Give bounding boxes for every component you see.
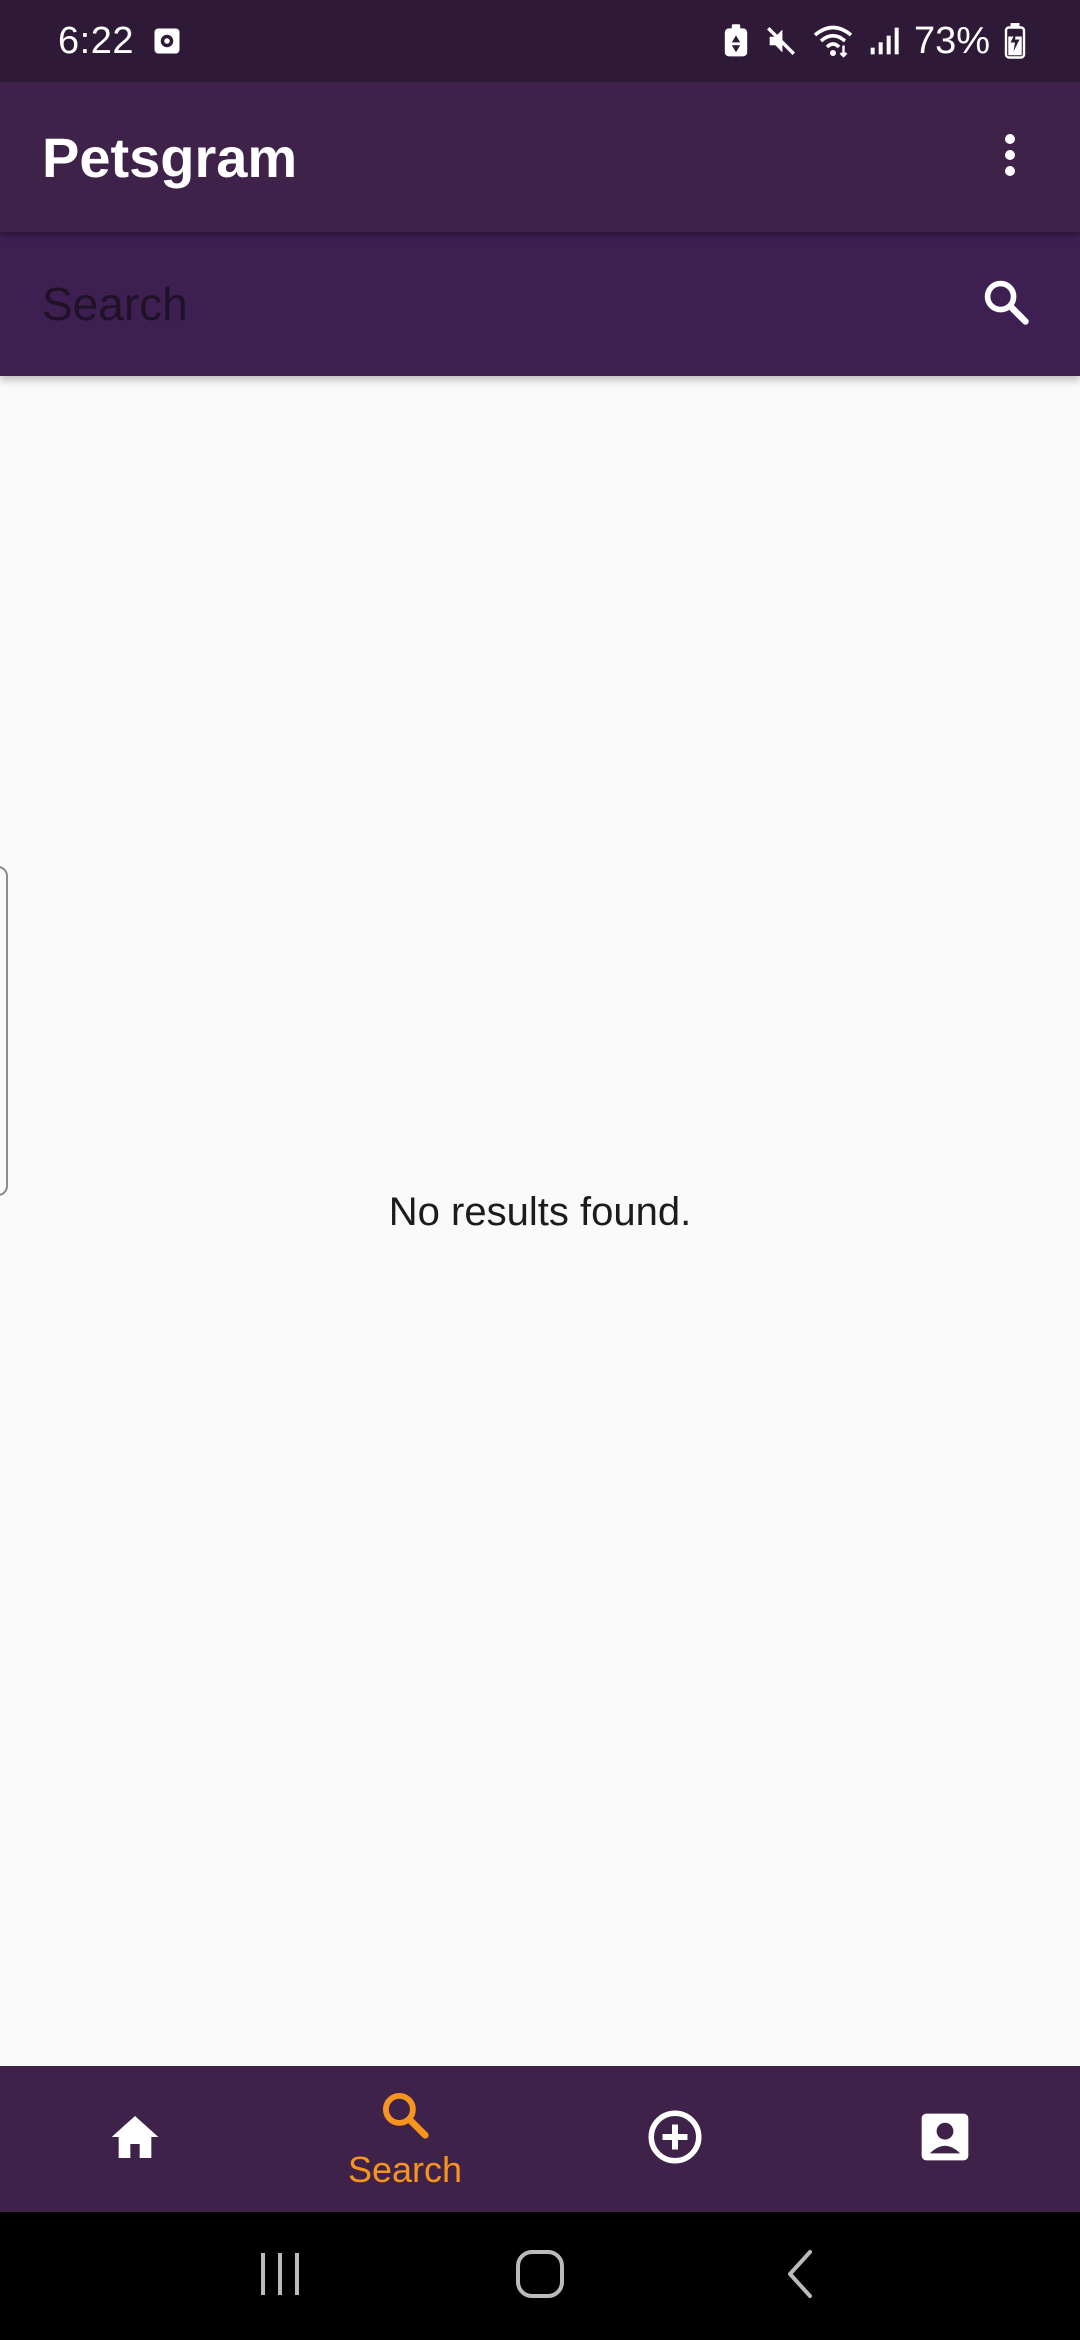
status-right: 73%	[722, 20, 1026, 63]
search-button[interactable]	[970, 268, 1042, 340]
nav-item-home[interactable]	[0, 2066, 270, 2212]
search-icon	[378, 2088, 432, 2147]
status-left: 6:22	[58, 20, 182, 63]
battery-percent: 73%	[913, 19, 990, 62]
edge-panel-handle[interactable]	[0, 866, 8, 1196]
signal-icon	[868, 25, 900, 57]
recent-apps-button[interactable]	[235, 2231, 325, 2321]
results-area: No results found.	[0, 376, 1080, 2066]
battery-saver-icon	[722, 24, 750, 58]
back-icon	[780, 2248, 820, 2305]
app-title: Petsgram	[42, 125, 298, 189]
system-navigation	[0, 2212, 1080, 2340]
recent-apps-icon	[255, 2251, 305, 2302]
more-vert-icon	[1002, 131, 1018, 184]
mute-icon	[764, 24, 798, 58]
screen: 6:22 73% Petsgram Search No results foun…	[0, 0, 1080, 2340]
screen-record-icon	[152, 26, 182, 56]
wifi-icon	[812, 24, 854, 58]
add-circle-icon	[645, 2107, 705, 2172]
home-button-icon	[514, 2248, 566, 2305]
nav-item-search[interactable]: Search	[270, 2066, 540, 2212]
nav-item-add[interactable]	[540, 2066, 810, 2212]
more-options-button[interactable]	[980, 127, 1040, 187]
home-system-button[interactable]	[495, 2231, 585, 2321]
account-box-icon	[917, 2109, 973, 2170]
status-time: 6:22	[58, 19, 134, 62]
nav-item-profile[interactable]	[810, 2066, 1080, 2212]
empty-results-message: No results found.	[388, 1190, 692, 1234]
home-icon	[107, 2109, 163, 2170]
back-button[interactable]	[755, 2231, 845, 2321]
nav-label-search: Search	[347, 2148, 463, 2190]
bottom-navigation: Search	[0, 2066, 1080, 2212]
app-bar: Petsgram	[0, 82, 1080, 232]
search-input[interactable]	[42, 277, 970, 331]
battery-charging-icon	[1004, 23, 1026, 59]
search-bar	[0, 232, 1080, 376]
search-icon	[980, 276, 1032, 333]
status-bar: 6:22 73%	[0, 0, 1080, 82]
